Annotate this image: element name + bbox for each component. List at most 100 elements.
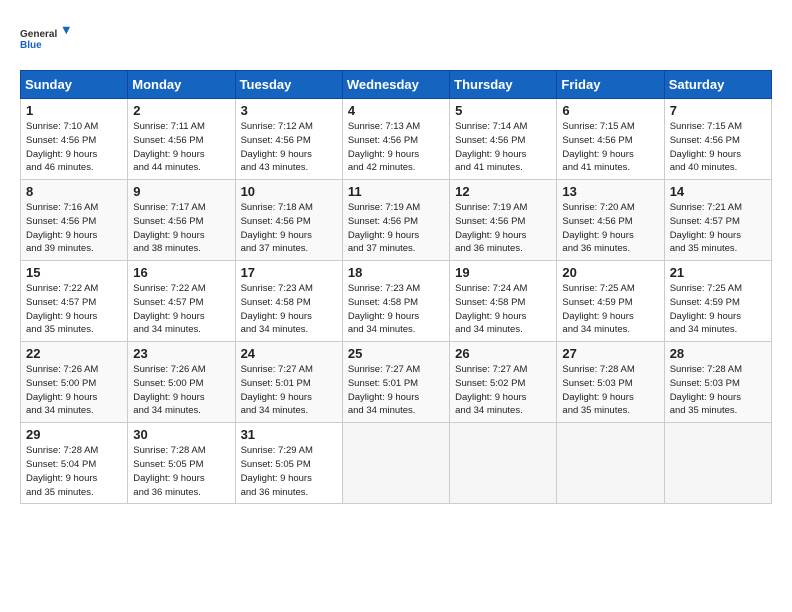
- day-info: Sunrise: 7:28 AM Sunset: 5:04 PM Dayligh…: [26, 444, 122, 499]
- day-number: 24: [241, 346, 337, 361]
- day-number: 17: [241, 265, 337, 280]
- week-row-2: 8 Sunrise: 7:16 AM Sunset: 4:56 PM Daylig…: [21, 180, 772, 261]
- logo-svg: General Blue: [20, 18, 70, 58]
- calendar-cell: 12Sunrise: 7:19 AM Sunset: 4:56 PM Dayli…: [450, 180, 557, 261]
- day-number: 27: [562, 346, 658, 361]
- week-row-5: 29 Sunrise: 7:28 AM Sunset: 5:04 PM Dayli…: [21, 423, 772, 504]
- calendar-cell: 17Sunrise: 7:23 AM Sunset: 4:58 PM Dayli…: [235, 261, 342, 342]
- calendar-cell: 18 Sunrise: 7:23 AM Sunset: 4:58 PM Dayli…: [342, 261, 449, 342]
- col-friday: Friday: [557, 71, 664, 99]
- day-number: 4: [348, 103, 444, 118]
- day-number: 9: [133, 184, 229, 199]
- day-info: Sunrise: 7:15 AM Sunset: 4:56 PM Dayligh…: [670, 120, 766, 175]
- day-info: Sunrise: 7:22 AM Sunset: 4:57 PM Dayligh…: [133, 282, 229, 337]
- day-number: 8: [26, 184, 122, 199]
- header: General Blue: [20, 18, 772, 58]
- calendar-cell: 2 Sunrise: 7:11 AM Sunset: 4:56 PM Daylig…: [128, 99, 235, 180]
- calendar-cell: 31 Sunrise: 7:29 AM Sunset: 5:05 PM Dayli…: [235, 423, 342, 504]
- day-number: 11: [348, 184, 444, 199]
- calendar-cell: [664, 423, 771, 504]
- day-number: 31: [241, 427, 337, 442]
- calendar-cell: 28 Sunrise: 7:28 AM Sunset: 5:03 PM Dayli…: [664, 342, 771, 423]
- calendar-cell: 6 Sunrise: 7:15 AM Sunset: 4:56 PM Daylig…: [557, 99, 664, 180]
- day-info: Sunrise: 7:27 AM Sunset: 5:02 PM Dayligh…: [455, 363, 551, 418]
- day-info: Sunrise: 7:17 AM Sunset: 4:56 PM Dayligh…: [133, 201, 229, 256]
- col-tuesday: Tuesday: [235, 71, 342, 99]
- day-number: 26: [455, 346, 551, 361]
- day-info: Sunrise: 7:16 AM Sunset: 4:56 PM Dayligh…: [26, 201, 122, 256]
- svg-text:General: General: [20, 29, 57, 40]
- day-number: 28: [670, 346, 766, 361]
- day-info: Sunrise: 7:28 AM Sunset: 5:05 PM Dayligh…: [133, 444, 229, 499]
- calendar-cell: 7 Sunrise: 7:15 AM Sunset: 4:56 PM Daylig…: [664, 99, 771, 180]
- day-info: Sunrise: 7:25 AM Sunset: 4:59 PM Dayligh…: [562, 282, 658, 337]
- day-info: Sunrise: 7:15 AM Sunset: 4:56 PM Dayligh…: [562, 120, 658, 175]
- day-number: 6: [562, 103, 658, 118]
- col-wednesday: Wednesday: [342, 71, 449, 99]
- col-thursday: Thursday: [450, 71, 557, 99]
- calendar-cell: 25 Sunrise: 7:27 AM Sunset: 5:01 PM Dayli…: [342, 342, 449, 423]
- day-info: Sunrise: 7:19 AM Sunset: 4:56 PM Dayligh…: [348, 201, 444, 256]
- day-number: 12: [455, 184, 551, 199]
- calendar-table: Sunday Monday Tuesday Wednesday Thursday…: [20, 70, 772, 504]
- day-number: 22: [26, 346, 122, 361]
- calendar-cell: 11 Sunrise: 7:19 AM Sunset: 4:56 PM Dayli…: [342, 180, 449, 261]
- page: General Blue Sunday Monday Tuesday Wedne…: [0, 0, 792, 514]
- day-info: Sunrise: 7:28 AM Sunset: 5:03 PM Dayligh…: [670, 363, 766, 418]
- calendar-cell: 23Sunrise: 7:26 AM Sunset: 5:00 PM Dayli…: [128, 342, 235, 423]
- calendar-cell: 5Sunrise: 7:14 AM Sunset: 4:56 PM Daylig…: [450, 99, 557, 180]
- day-number: 13: [562, 184, 658, 199]
- week-row-4: 22 Sunrise: 7:26 AM Sunset: 5:00 PM Dayli…: [21, 342, 772, 423]
- day-number: 1: [26, 103, 122, 118]
- calendar-cell: 4 Sunrise: 7:13 AM Sunset: 4:56 PM Daylig…: [342, 99, 449, 180]
- svg-text:Blue: Blue: [20, 40, 42, 51]
- calendar-cell: 14Sunrise: 7:21 AM Sunset: 4:57 PM Dayli…: [664, 180, 771, 261]
- calendar-cell: 3Sunrise: 7:12 AM Sunset: 4:56 PM Daylig…: [235, 99, 342, 180]
- day-number: 21: [670, 265, 766, 280]
- day-number: 16: [133, 265, 229, 280]
- day-info: Sunrise: 7:25 AM Sunset: 4:59 PM Dayligh…: [670, 282, 766, 337]
- day-number: 20: [562, 265, 658, 280]
- day-number: 2: [133, 103, 229, 118]
- calendar-cell: [342, 423, 449, 504]
- calendar-cell: 27 Sunrise: 7:28 AM Sunset: 5:03 PM Dayli…: [557, 342, 664, 423]
- day-number: 30: [133, 427, 229, 442]
- calendar-cell: 24 Sunrise: 7:27 AM Sunset: 5:01 PM Dayli…: [235, 342, 342, 423]
- day-number: 29: [26, 427, 122, 442]
- col-saturday: Saturday: [664, 71, 771, 99]
- day-info: Sunrise: 7:11 AM Sunset: 4:56 PM Dayligh…: [133, 120, 229, 175]
- calendar-cell: 1 Sunrise: 7:10 AM Sunset: 4:56 PM Daylig…: [21, 99, 128, 180]
- day-number: 15: [26, 265, 122, 280]
- week-row-3: 15 Sunrise: 7:22 AM Sunset: 4:57 PM Dayli…: [21, 261, 772, 342]
- day-number: 25: [348, 346, 444, 361]
- day-number: 5: [455, 103, 551, 118]
- day-info: Sunrise: 7:24 AM Sunset: 4:58 PM Dayligh…: [455, 282, 551, 337]
- calendar-cell: 29 Sunrise: 7:28 AM Sunset: 5:04 PM Dayli…: [21, 423, 128, 504]
- calendar-cell: 8 Sunrise: 7:16 AM Sunset: 4:56 PM Daylig…: [21, 180, 128, 261]
- day-number: 14: [670, 184, 766, 199]
- calendar-cell: 21 Sunrise: 7:25 AM Sunset: 4:59 PM Dayli…: [664, 261, 771, 342]
- calendar-cell: 15Sunrise: 7:22 AM Sunset: 4:57 PM Dayli…: [21, 261, 128, 342]
- day-info: Sunrise: 7:26 AM Sunset: 5:00 PM Dayligh…: [133, 363, 229, 418]
- day-info: Sunrise: 7:10 AM Sunset: 4:56 PM Dayligh…: [26, 120, 122, 175]
- day-info: Sunrise: 7:13 AM Sunset: 4:56 PM Dayligh…: [348, 120, 444, 175]
- col-sunday: Sunday: [21, 71, 128, 99]
- logo: General Blue: [20, 18, 70, 58]
- calendar-cell: 10Sunrise: 7:18 AM Sunset: 4:56 PM Dayli…: [235, 180, 342, 261]
- day-info: Sunrise: 7:23 AM Sunset: 4:58 PM Dayligh…: [348, 282, 444, 337]
- day-info: Sunrise: 7:29 AM Sunset: 5:05 PM Dayligh…: [241, 444, 337, 499]
- day-info: Sunrise: 7:18 AM Sunset: 4:56 PM Dayligh…: [241, 201, 337, 256]
- day-number: 7: [670, 103, 766, 118]
- calendar-cell: 20 Sunrise: 7:25 AM Sunset: 4:59 PM Dayli…: [557, 261, 664, 342]
- col-monday: Monday: [128, 71, 235, 99]
- calendar-cell: [557, 423, 664, 504]
- day-info: Sunrise: 7:27 AM Sunset: 5:01 PM Dayligh…: [241, 363, 337, 418]
- day-info: Sunrise: 7:28 AM Sunset: 5:03 PM Dayligh…: [562, 363, 658, 418]
- calendar-cell: 19Sunrise: 7:24 AM Sunset: 4:58 PM Dayli…: [450, 261, 557, 342]
- day-info: Sunrise: 7:26 AM Sunset: 5:00 PM Dayligh…: [26, 363, 122, 418]
- day-number: 18: [348, 265, 444, 280]
- day-info: Sunrise: 7:27 AM Sunset: 5:01 PM Dayligh…: [348, 363, 444, 418]
- day-number: 3: [241, 103, 337, 118]
- calendar-cell: 16 Sunrise: 7:22 AM Sunset: 4:57 PM Dayli…: [128, 261, 235, 342]
- week-row-1: 1 Sunrise: 7:10 AM Sunset: 4:56 PM Daylig…: [21, 99, 772, 180]
